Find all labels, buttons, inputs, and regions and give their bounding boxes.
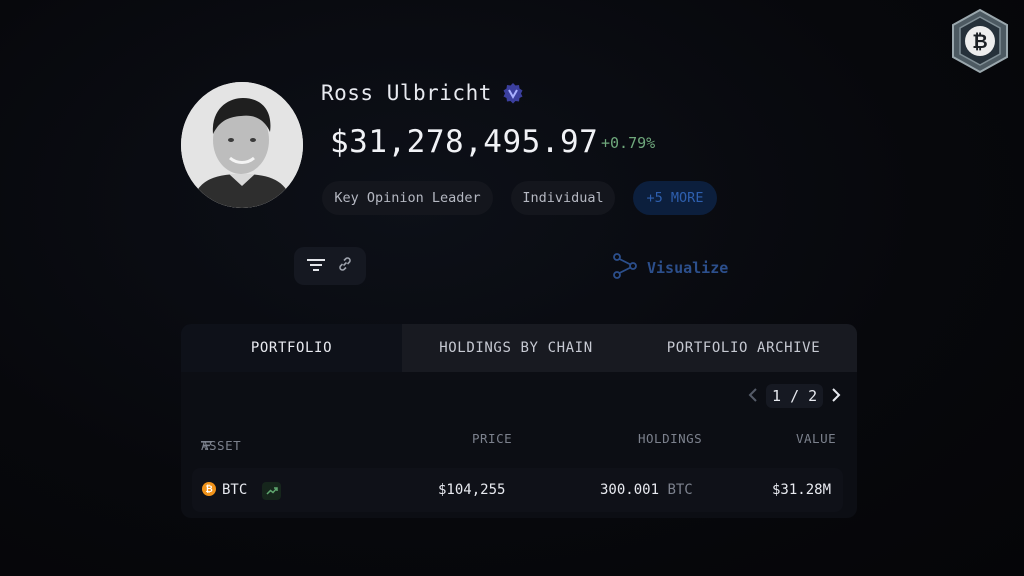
- verified-badge-icon: [502, 82, 524, 104]
- avatar: [181, 82, 303, 208]
- more-tags-button[interactable]: +5 MORE: [633, 181, 717, 215]
- tag-key-opinion-leader[interactable]: Key Opinion Leader: [322, 181, 493, 215]
- visualize-label: Visualize: [647, 259, 729, 277]
- trend-up-icon[interactable]: [262, 482, 281, 500]
- profile-name: Ross Ulbricht: [321, 81, 492, 105]
- asset-holdings: 300.001 BTC: [600, 482, 693, 498]
- column-price[interactable]: PRICE: [472, 431, 512, 446]
- filter-icon[interactable]: [307, 257, 325, 276]
- column-holdings[interactable]: HOLDINGS: [638, 431, 702, 446]
- profile-name-row: Ross Ulbricht: [321, 81, 524, 105]
- tab-bar: PORTFOLIO HOLDINGS BY CHAIN PORTFOLIO AR…: [181, 324, 857, 372]
- filter-link-toolbar: [294, 247, 366, 285]
- chevron-left-icon[interactable]: [748, 387, 758, 406]
- link-icon[interactable]: [337, 256, 353, 276]
- chevron-right-icon[interactable]: [831, 387, 841, 406]
- current-page: 1: [772, 387, 782, 405]
- column-asset-label: ASSET: [201, 438, 242, 453]
- holdings-unit: BTC: [667, 482, 693, 498]
- tag-individual[interactable]: Individual: [511, 181, 615, 215]
- balance-change: +0.79%: [601, 134, 656, 152]
- graph-nodes-icon: [611, 252, 639, 284]
- tab-portfolio[interactable]: PORTFOLIO: [181, 324, 402, 372]
- portfolio-balance: $31,278,495.97: [330, 124, 599, 160]
- page-separator: /: [790, 387, 800, 405]
- asset-symbol: BTC: [222, 482, 248, 498]
- page-indicator: 1 / 2: [766, 384, 824, 408]
- tab-holdings-by-chain[interactable]: HOLDINGS BY CHAIN: [402, 324, 630, 372]
- visualize-button[interactable]: Visualize: [611, 252, 728, 284]
- asset-value: $31.28M: [772, 482, 832, 498]
- table-header: ASSET PRICE HOLDINGS VALUE: [181, 424, 857, 453]
- tab-portfolio-archive[interactable]: PORTFOLIO ARCHIVE: [630, 324, 857, 372]
- total-pages: 2: [808, 387, 818, 405]
- column-value[interactable]: VALUE: [796, 431, 836, 446]
- svg-text:₿: ₿: [972, 31, 987, 53]
- bitcoin-coin-icon: ₿: [202, 482, 216, 496]
- pagination: 1 / 2: [748, 384, 841, 408]
- holdings-amount: 300.001: [600, 482, 660, 498]
- table-row[interactable]: ₿ BTC $104,255 300.001 BTC $31.28M: [192, 468, 843, 512]
- bitcoin-shield-logo-icon: ₿: [949, 8, 1011, 74]
- asset-price: $104,255: [438, 482, 506, 498]
